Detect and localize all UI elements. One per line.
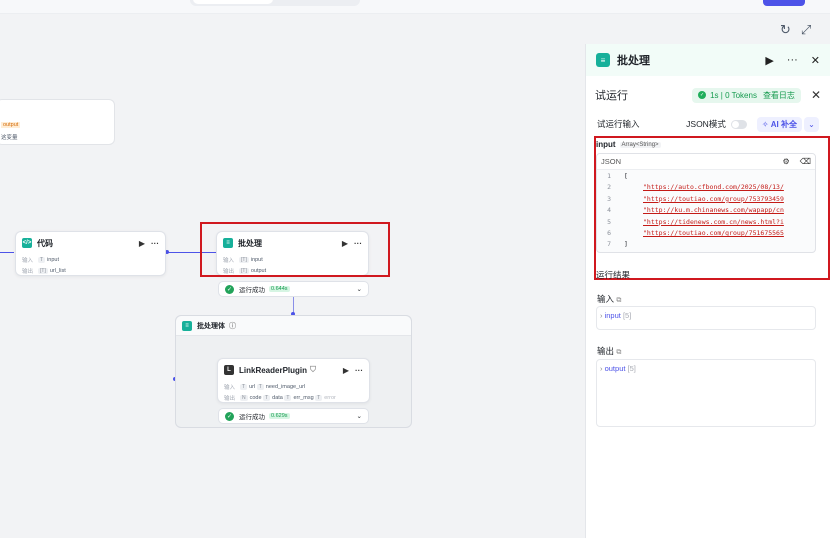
status-text: 运行成功 [239,287,265,294]
chevron-down-icon[interactable]: ⌄ [357,412,362,420]
ai-complete-button[interactable]: ✧ AI 补全 [756,116,802,132]
result-item: output [604,364,626,373]
section-title: 输入 [597,294,615,304]
run-time: 1s [710,90,719,100]
chevron-down-icon[interactable]: ⌄ [804,116,819,132]
result-label: 运行结果 [596,270,631,280]
node-title: 代码 [37,238,53,248]
partial-node[interactable]: output 这变量 [0,99,115,145]
ai-label: AI 补全 [770,119,797,129]
type-tag: T [315,394,323,401]
check-icon: ✓ [225,284,234,294]
input-label: 输入 [224,384,236,391]
run-summary-badge: ✓ 1s | 0 Tokens 查看日志 [692,87,801,103]
output-tag: output [1,122,21,128]
variable-text: 这变量 [1,135,18,141]
info-icon[interactable]: ⓘ [229,321,236,331]
refresh-icon[interactable]: ↻ [780,22,791,38]
output-value: url_list [49,267,66,274]
highlight-box [594,136,830,280]
json-mode-label: JSON模式 [686,119,726,129]
chevron-right-icon[interactable]: › [600,364,603,373]
type-tag: N [240,394,248,401]
input-value: url [249,383,256,390]
group-icon: ≡ [182,320,192,331]
more-icon[interactable]: ··· [787,54,798,66]
copy-icon[interactable]: ⧉ [616,349,621,356]
play-icon[interactable]: ▶ [765,54,773,67]
chevron-down-icon[interactable]: ⌄ [357,285,362,293]
test-input-label: 试运行输入 [597,119,640,129]
highlight-box [200,222,390,277]
plugin-status-bar[interactable]: ✓ 运行成功 0.629s ⌄ [218,408,369,424]
chevron-right-icon[interactable]: › [600,311,603,320]
time-badge: 0.629s [269,413,290,419]
more-icon[interactable]: ··· [151,239,159,248]
panel-title: 批处理 [617,55,650,67]
result-count: [5] [627,364,636,373]
batch-status-bar[interactable]: ✓ 运行成功 0.644s ⌄ [218,281,369,297]
code-node[interactable]: </> 代码 ▶ ··· 输入 Tinput 输出 [T] url_list [15,231,166,276]
group-title: 批处理体 [197,322,225,330]
expand-icon[interactable]: ⤢ [801,22,811,38]
more-icon[interactable]: ··· [355,366,363,375]
type-tag: T [38,256,46,263]
play-icon[interactable]: ▶ [343,366,349,375]
plugin-node[interactable]: L LinkReaderPlugin ⛉ ▶ ··· 输入 Turl Tneed_imag… [217,358,370,403]
section-title: 输出 [597,346,615,356]
test-run-title: 试运行 [595,90,628,102]
type-tag: T [263,394,271,401]
output-result-box[interactable]: › output [5] [596,359,816,427]
input-value: need_image_url [265,383,306,390]
check-icon: ✓ [698,91,707,99]
output-value: err_msg [293,394,314,401]
output-value: code [249,394,262,401]
output-value: data [272,394,283,401]
input-section-title: 输入 ⧉ [597,293,621,305]
canvas-tools: ↻ ⤢ [780,22,811,38]
check-icon: ✓ [225,411,234,421]
output-label: 输出 [224,395,236,402]
copy-icon[interactable]: ⧉ [616,297,621,304]
input-result-box[interactable]: › input [5] [596,306,816,330]
top-bar [0,0,830,14]
output-label: 输出 [22,268,34,275]
input-value: input [47,256,59,263]
side-panel: ≡ 批处理 ▶ ··· ✕ 试运行 ✓ 1s | 0 Tokens 查看日志 ✕… [585,44,830,538]
run-button[interactable] [763,0,805,6]
type-tag: T [256,383,264,390]
play-icon[interactable]: ▶ [139,239,145,248]
separator: | [720,90,723,100]
code-icon: </> [22,238,32,248]
mode-switch-active[interactable] [193,0,273,4]
output-section-title: 输出 ⧉ [597,345,621,357]
batch-icon: ≡ [596,53,610,67]
type-tag: T [240,383,248,390]
close-icon[interactable]: ✕ [811,54,820,67]
type-tag: [T] [38,267,48,274]
time-badge: 0.644s [269,286,290,292]
type-tag: T [284,394,292,401]
mode-switch[interactable] [190,0,360,6]
output-value: error [324,394,336,401]
node-title: LinkReaderPlugin [239,365,308,375]
input-label: 输入 [22,257,34,264]
shield-icon: ⛉ [310,365,317,374]
edge-in-code [0,252,14,253]
plugin-icon: L [224,365,234,375]
run-tokens: 0 Tokens [725,90,757,100]
result-count: [5] [622,311,632,320]
view-log-link[interactable]: 查看日志 [763,90,795,101]
close-icon[interactable]: ✕ [811,88,821,102]
json-mode-toggle[interactable] [730,119,747,129]
status-text: 运行成功 [239,414,265,421]
result-item: input [604,311,621,320]
